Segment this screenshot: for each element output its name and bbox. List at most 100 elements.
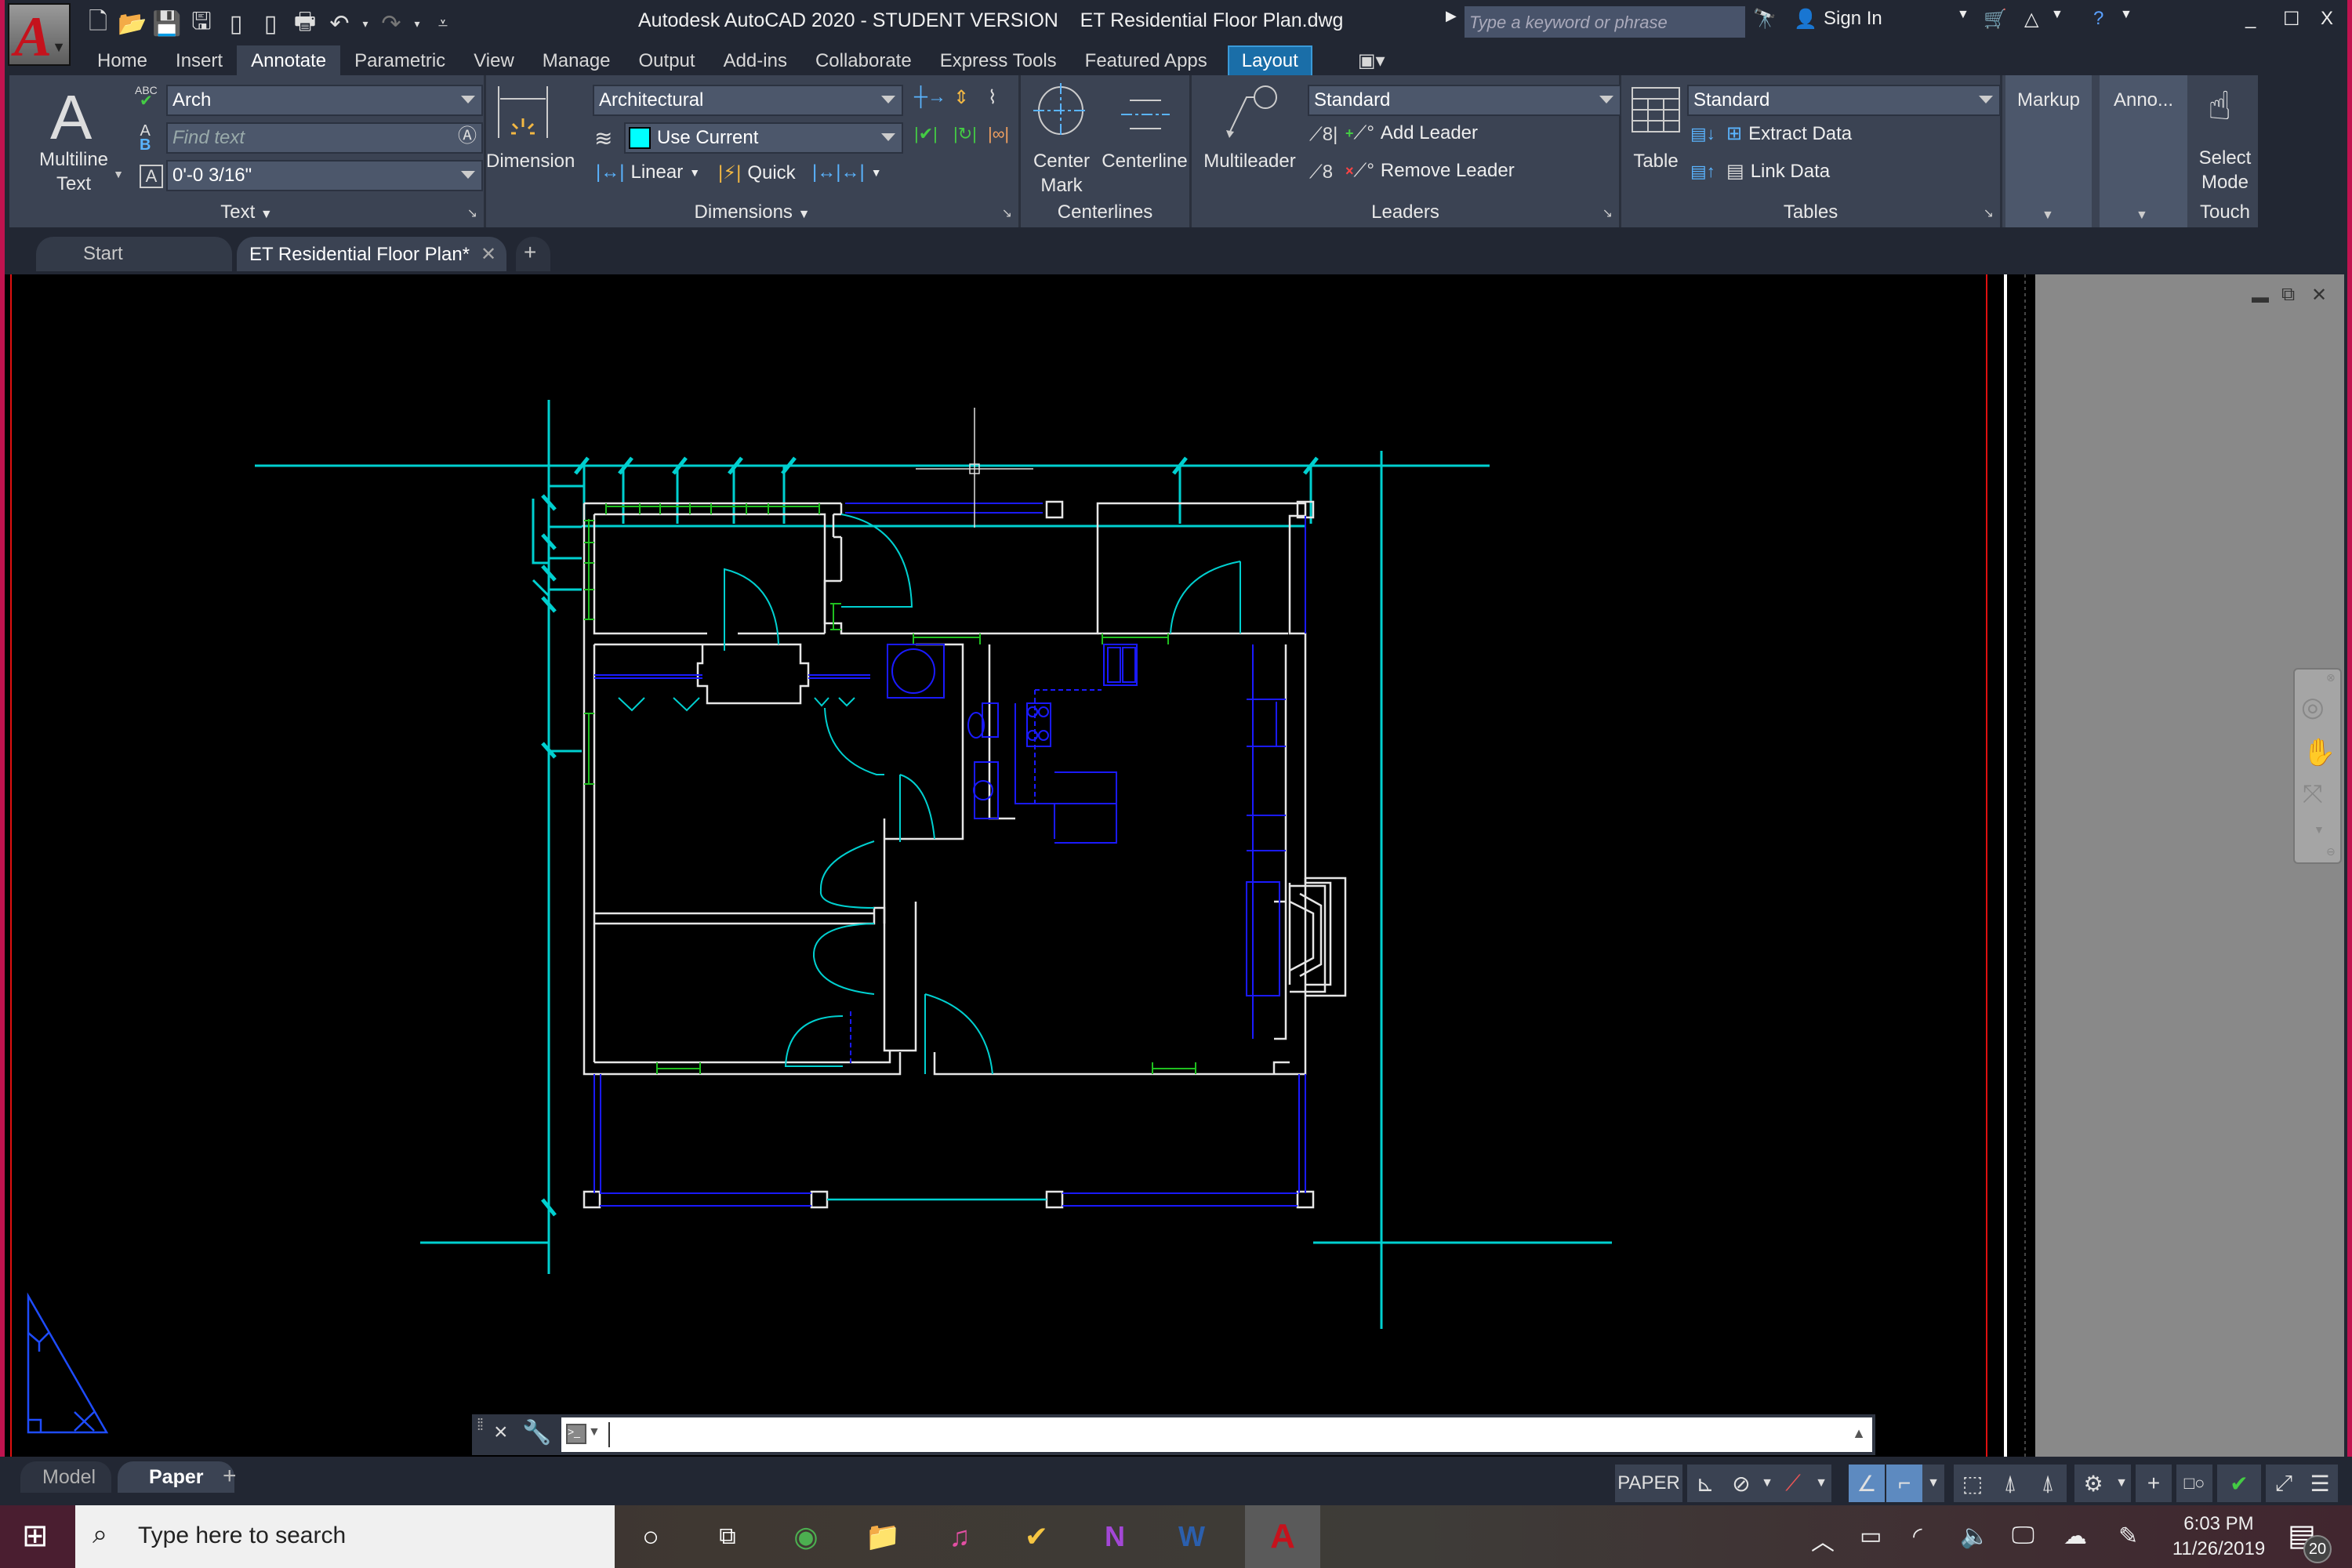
jog-line-icon[interactable]: ⌇ bbox=[988, 86, 997, 109]
link-data-button[interactable]: ▤ Link Data bbox=[1726, 160, 1830, 183]
pan-hand-icon[interactable]: ✋ bbox=[2303, 737, 2336, 768]
spell-check-icon[interactable]: ABC ✔ bbox=[135, 85, 158, 109]
tab-featured-apps[interactable]: Featured Apps bbox=[1071, 45, 1221, 77]
norton-icon[interactable]: ✔ bbox=[1013, 1513, 1060, 1560]
update-icon[interactable]: |↻| bbox=[953, 124, 977, 144]
object-snap-icon[interactable]: ⌐ bbox=[1886, 1465, 1922, 1502]
save-icon[interactable]: 💾 bbox=[152, 9, 182, 38]
quick-dimension-button[interactable]: |⚡| Quick bbox=[718, 162, 796, 184]
maximize-icon[interactable]: ☐ bbox=[2283, 8, 2300, 31]
graphics-performance-icon[interactable]: ✔ bbox=[2217, 1465, 2261, 1502]
drag-handle-icon[interactable]: ⁞⁞ bbox=[477, 1417, 484, 1433]
open-icon[interactable]: 📂 bbox=[118, 9, 147, 38]
binoculars-icon[interactable]: 🔭 bbox=[1753, 8, 1777, 31]
upload-to-source-icon[interactable]: ▤↑ bbox=[1690, 162, 1715, 182]
collect-leaders-icon[interactable]: ⟋8 bbox=[1309, 162, 1333, 183]
centerline-button[interactable]: Centerline bbox=[1099, 83, 1190, 201]
close-icon[interactable]: X bbox=[2321, 8, 2333, 30]
cart-icon[interactable]: 🛒 bbox=[1984, 8, 2007, 31]
command-history-toggle-icon[interactable]: ▲ bbox=[1852, 1425, 1866, 1442]
taskbar-search-input[interactable]: ⌕ Type here to search bbox=[75, 1505, 615, 1568]
select-mode-button[interactable]: ☝ Select Mode bbox=[2192, 80, 2258, 198]
chevron-down-icon[interactable]: ▼ bbox=[2314, 823, 2325, 836]
tab-manage[interactable]: Manage bbox=[528, 45, 625, 77]
reassociate-icon[interactable]: |∞| bbox=[988, 124, 1009, 144]
new-tab-button[interactable]: + bbox=[516, 237, 550, 271]
linear-dimension-button[interactable]: |↔| Linear ▼ bbox=[596, 162, 700, 183]
tab-annotate[interactable]: Annotate bbox=[237, 45, 341, 77]
customize-icon[interactable]: ⊖ bbox=[2326, 845, 2336, 858]
cortana-icon[interactable]: ○ bbox=[627, 1513, 674, 1560]
close-icon[interactable]: ⊗ bbox=[2326, 671, 2336, 684]
find-text-input[interactable]: Find text Ⓐ bbox=[166, 122, 483, 154]
dialog-launcher-icon[interactable]: ↘ bbox=[1002, 205, 1012, 221]
download-from-source-icon[interactable]: ▤↓ bbox=[1690, 124, 1715, 144]
steering-wheel-2d-icon[interactable]: ◎ bbox=[2301, 691, 2325, 723]
polar-dropdown-icon[interactable]: ▼ bbox=[1759, 1465, 1775, 1502]
undo-icon[interactable]: ↶ bbox=[325, 9, 354, 38]
tab-view[interactable]: View bbox=[459, 45, 528, 77]
help-dropdown-icon[interactable]: ▼ bbox=[2120, 8, 2132, 22]
sign-in-button[interactable]: Sign In bbox=[1824, 8, 1882, 30]
power-plugged-icon[interactable]: 🖵 bbox=[2012, 1523, 2034, 1549]
inspect-icon[interactable]: |✔| bbox=[914, 124, 938, 144]
text-height-select[interactable]: 0'-0 3/16" bbox=[166, 160, 483, 191]
snap-tracking-dropdown-icon[interactable]: ▼ bbox=[1811, 1465, 1831, 1502]
layout-tab-model[interactable]: Model bbox=[20, 1461, 112, 1493]
a360-dropdown-icon[interactable]: ▼ bbox=[2051, 8, 2063, 22]
task-view-icon[interactable]: ⧉ bbox=[704, 1513, 751, 1560]
find-search-icon[interactable]: Ⓐ bbox=[458, 125, 477, 147]
close-command-line-icon[interactable]: × bbox=[494, 1419, 508, 1446]
table-style-select[interactable]: Standard bbox=[1687, 85, 2001, 116]
zoom-extents-icon[interactable]: ⤧ bbox=[2303, 779, 2323, 809]
break-icon[interactable]: ┼→ bbox=[914, 86, 946, 108]
viewport-minimize-icon[interactable]: ▬ bbox=[2252, 287, 2269, 307]
clean-screen-icon[interactable]: ⤢ bbox=[2266, 1465, 2302, 1502]
customization-menu-icon[interactable]: ☰ bbox=[2302, 1465, 2338, 1502]
onenote-icon[interactable]: N bbox=[1091, 1513, 1138, 1560]
command-input[interactable]: >_ ▼ ▲ bbox=[561, 1417, 1872, 1452]
clock[interactable]: 6:03 PM 11/26/2019 bbox=[2164, 1512, 2274, 1562]
extract-data-button[interactable]: ⊞ Extract Data bbox=[1726, 122, 1852, 145]
itunes-icon[interactable]: ♫ bbox=[936, 1513, 983, 1560]
auto-scale-icon[interactable]: ⍋ bbox=[2029, 1465, 2067, 1502]
viewport-restore-icon[interactable]: ⧉ bbox=[2281, 284, 2295, 306]
workspace-gear-icon[interactable]: ⚙ bbox=[2074, 1465, 2112, 1502]
autocad-taskbar-icon[interactable]: A bbox=[1245, 1505, 1320, 1568]
dimension-button[interactable]: Dimension bbox=[486, 83, 575, 201]
close-tab-icon[interactable]: ✕ bbox=[481, 244, 496, 265]
ribbon-minimize-icon[interactable]: ▣▾ bbox=[1344, 45, 1399, 77]
paper-space-toggle[interactable]: PAPER bbox=[1615, 1465, 1682, 1502]
help-icon[interactable]: ? bbox=[2093, 8, 2103, 30]
tab-output[interactable]: Output bbox=[625, 45, 710, 77]
wifi-icon[interactable]: ◜ bbox=[1913, 1523, 1922, 1550]
file-tab-start[interactable]: Start bbox=[36, 237, 232, 271]
minimize-icon[interactable]: _ bbox=[2245, 8, 2256, 30]
file-tab-floor-plan[interactable]: ET Residential Floor Plan* ✕ bbox=[237, 237, 506, 271]
workspace-dropdown-icon[interactable]: ▼ bbox=[2112, 1465, 2131, 1502]
application-menu-button[interactable]: A ▼ bbox=[8, 3, 71, 68]
tab-express-tools[interactable]: Express Tools bbox=[926, 45, 1071, 77]
volume-icon[interactable]: 🔈 bbox=[1960, 1523, 1989, 1550]
tab-insert[interactable]: Insert bbox=[162, 45, 237, 77]
dimension-layer-select[interactable]: Use Current bbox=[624, 122, 903, 154]
recent-commands-icon[interactable]: >_ bbox=[566, 1424, 586, 1444]
viewport-close-icon[interactable]: ✕ bbox=[2311, 284, 2327, 307]
new-layout-button[interactable]: + bbox=[207, 1461, 252, 1493]
annotation-monitor-icon[interactable]: + bbox=[2136, 1465, 2172, 1502]
sign-in-dropdown-icon[interactable]: ▼ bbox=[1957, 8, 1969, 22]
text-style-select[interactable]: Arch bbox=[166, 85, 483, 116]
open-from-mobile-icon[interactable]: ▯ bbox=[221, 9, 251, 38]
object-snap-tracking-icon[interactable]: ⟋ bbox=[1775, 1465, 1811, 1502]
dimension-style-select[interactable]: Architectural bbox=[593, 85, 903, 116]
center-mark-button[interactable]: Center Mark bbox=[1022, 83, 1101, 201]
isodraft-icon[interactable]: ∠ bbox=[1849, 1465, 1885, 1502]
expand-search-icon[interactable]: ▶ bbox=[1446, 8, 1457, 24]
dialog-launcher-icon[interactable]: ↘ bbox=[1984, 205, 1994, 221]
object-snap-dropdown-icon[interactable]: ▼ bbox=[1922, 1465, 1944, 1502]
new-icon[interactable]: 🗋 bbox=[83, 9, 113, 38]
adjust-space-icon[interactable]: ⇕ bbox=[953, 86, 969, 109]
tab-parametric[interactable]: Parametric bbox=[340, 45, 459, 77]
multileader-button[interactable]: Multileader bbox=[1195, 83, 1305, 201]
multiline-text-button[interactable]: A Multiline Text ▼ bbox=[27, 82, 124, 199]
